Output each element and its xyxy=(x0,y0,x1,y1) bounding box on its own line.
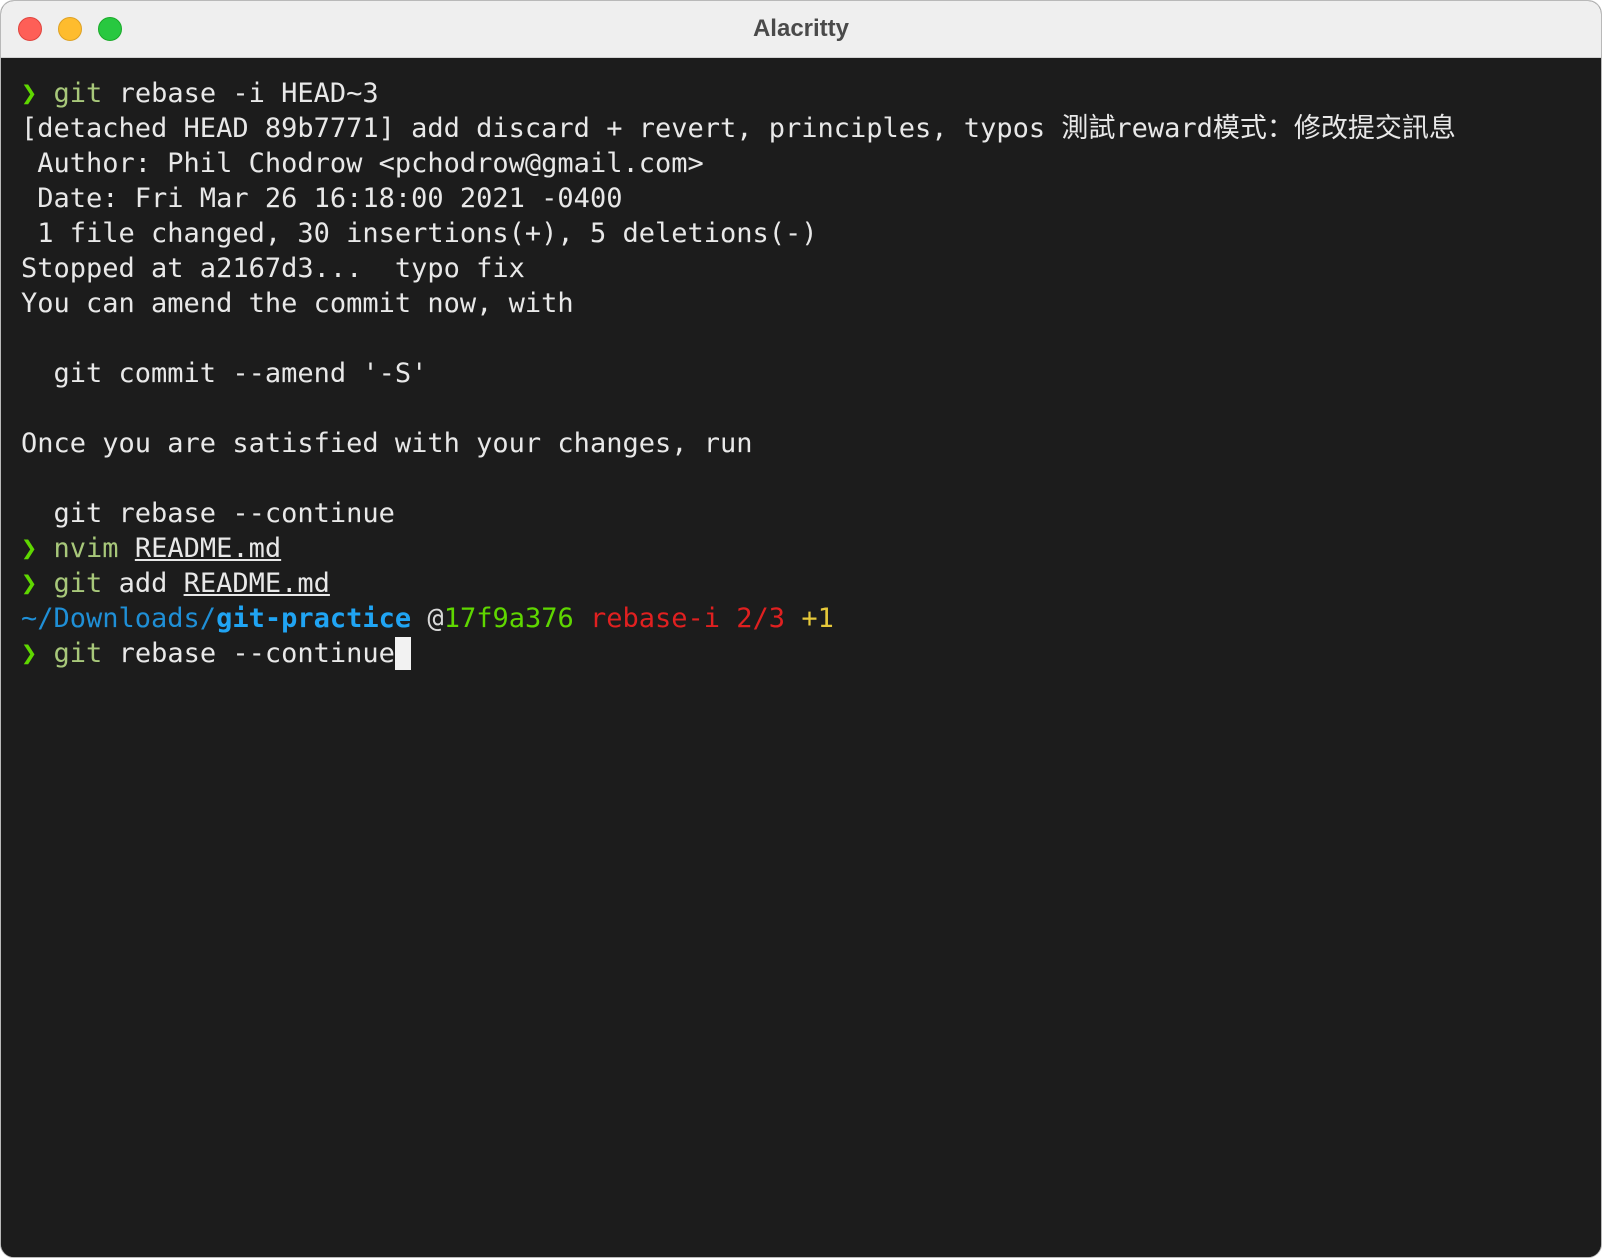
output-line-continue-cmd: git rebase --continue xyxy=(21,498,395,529)
change-count: +1 xyxy=(801,603,834,634)
file-path-link[interactable]: README.md xyxy=(184,568,330,599)
prompt-status-line: ~/Downloads/git-practice @17f9a376 rebas… xyxy=(21,601,1601,636)
commit-hash: 17f9a376 xyxy=(443,603,574,634)
output-line-amend-hint: You can amend the commit now, with xyxy=(21,288,574,319)
command-args: rebase -i HEAD~3 xyxy=(102,78,379,109)
command-line-nvim: ❯ nvim README.md xyxy=(21,531,1601,566)
prompt-icon: ❯ xyxy=(21,78,38,109)
output-line-author: Author: Phil Chodrow <pchodrow@gmail.com… xyxy=(21,148,704,179)
output-line-satisfied: Once you are satisfied with your changes… xyxy=(21,428,753,459)
title-bar: Alacritty xyxy=(1,1,1601,58)
output-line-stats: 1 file changed, 30 insertions(+), 5 dele… xyxy=(21,218,818,249)
path-prefix: ~/Downloads/ xyxy=(21,603,217,634)
at-symbol: @ xyxy=(427,603,444,634)
command-args: rebase --continue xyxy=(102,638,395,669)
command-input-line[interactable]: ❯ git rebase --continue xyxy=(21,636,1601,671)
command-program: nvim xyxy=(53,533,119,564)
terminal-window: Alacritty ❯ git rebase -i HEAD~3 [detach… xyxy=(0,0,1602,1258)
command-line-rebase: ❯ git rebase -i HEAD~3 xyxy=(21,76,1601,111)
command-program: git xyxy=(53,78,103,109)
output-line-date: Date: Fri Mar 26 16:18:00 2021 -0400 xyxy=(21,183,623,214)
prompt-icon: ❯ xyxy=(21,638,38,669)
file-path-link[interactable]: README.md xyxy=(135,533,281,564)
window-title: Alacritty xyxy=(752,15,850,42)
prompt-icon: ❯ xyxy=(21,533,38,564)
terminal-area[interactable]: ❯ git rebase -i HEAD~3 [detached HEAD 89… xyxy=(1,58,1601,1257)
command-args: add xyxy=(102,568,184,599)
output-line-detached: [detached HEAD 89b7771] add discard + re… xyxy=(21,113,1456,144)
text-cursor xyxy=(394,637,411,670)
command-line-git-add: ❯ git add README.md xyxy=(21,566,1601,601)
command-program: git xyxy=(53,638,103,669)
path-directory: git-practice xyxy=(216,603,412,634)
output-line-amend-cmd: git commit --amend '-S' xyxy=(21,358,428,389)
command-program: git xyxy=(53,568,103,599)
output-line-stopped: Stopped at a2167d3... typo fix xyxy=(21,253,525,284)
rebase-status: rebase-i 2/3 xyxy=(590,603,786,634)
prompt-icon: ❯ xyxy=(21,568,38,599)
